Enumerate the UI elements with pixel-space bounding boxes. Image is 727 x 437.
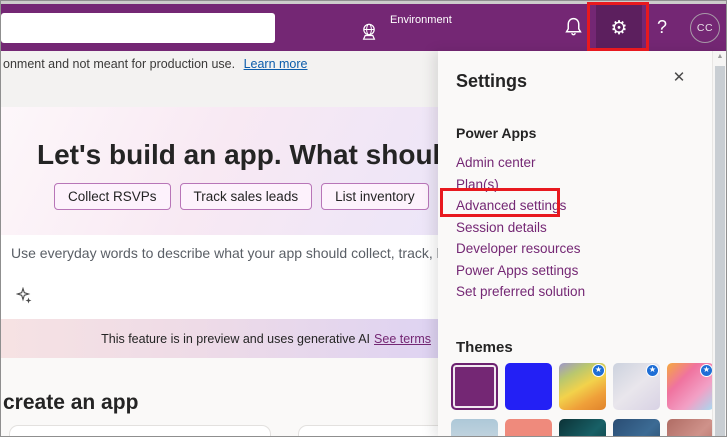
notice-text: onment and not meant for production use. <box>3 57 236 71</box>
gear-icon: ⚙ <box>610 16 628 39</box>
theme-tile-circuit-theme[interactable] <box>559 419 606 436</box>
app-window: Environment ⚙ ? CC onment and not meant … <box>0 0 727 437</box>
hero-heading: Let's build an app. What shoul <box>37 139 438 170</box>
bell-icon <box>563 17 584 40</box>
theme-tile-sunset-theme[interactable]: ★ <box>559 363 606 410</box>
theme-tile-ember-theme[interactable] <box>667 419 714 436</box>
settings-link-advanced-settings[interactable]: Advanced settings <box>456 195 585 217</box>
theme-tile-pastel-theme[interactable]: ★ <box>613 363 660 410</box>
app-description-input[interactable]: Use everyday words to describe what your… <box>1 235 490 319</box>
prompt-placeholder: Use everyday words to describe what your… <box>11 245 490 261</box>
theme-tiles-row-2 <box>451 419 714 436</box>
star-badge-icon: ★ <box>592 364 605 377</box>
settings-link-power-apps-settings[interactable]: Power Apps settings <box>456 260 585 282</box>
theme-tile-innovation-theme[interactable] <box>613 419 660 436</box>
settings-gear-button[interactable]: ⚙ <box>596 4 642 51</box>
suggestion-chip[interactable]: Collect RSVPs <box>54 183 171 210</box>
help-button[interactable]: ? <box>652 13 672 41</box>
settings-link-plan-s-[interactable]: Plan(s) <box>456 174 585 196</box>
create-option-card[interactable] <box>298 425 448 436</box>
search-input[interactable] <box>1 13 275 43</box>
theme-tile-blue-theme[interactable] <box>505 363 552 410</box>
theme-tile-purple-theme[interactable] <box>451 363 498 410</box>
star-badge-icon: ★ <box>646 364 659 377</box>
theme-tiles-row-1: ★ ★ ★ <box>451 363 714 410</box>
theme-tile-unicorn-theme[interactable]: ★ <box>667 363 714 410</box>
ai-preview-banner: This feature is in preview and uses gene… <box>1 319 438 358</box>
account-avatar[interactable]: CC <box>690 13 720 43</box>
panel-scrollbar[interactable]: ▲ <box>712 51 726 436</box>
close-icon[interactable]: ✕ <box>668 66 690 88</box>
see-terms-link[interactable]: See terms <box>374 332 431 346</box>
hero-section: Let's build an app. What shoul Collect R… <box>1 107 438 235</box>
top-bar: Environment ⚙ ? CC <box>1 4 726 51</box>
themes-section-title: Themes <box>456 339 513 356</box>
suggestion-chips: Collect RSVPs Track sales leads List inven… <box>54 183 438 210</box>
settings-link-developer-resources[interactable]: Developer resources <box>456 238 585 260</box>
notifications-button[interactable] <box>561 16 585 40</box>
settings-link-session-details[interactable]: Session details <box>456 217 585 239</box>
suggestion-chip[interactable]: Track sales leads <box>179 183 313 210</box>
theme-tile-coral-theme[interactable] <box>505 419 552 436</box>
environment-globe-icon <box>359 22 379 47</box>
create-option-card[interactable] <box>9 425 271 436</box>
environment-notice-banner: onment and not meant for production use.… <box>1 51 438 107</box>
settings-links-list: Admin center Plan(s) Advanced settings Sess… <box>456 152 585 303</box>
settings-link-admin-center[interactable]: Admin center <box>456 152 585 174</box>
settings-panel-title: Settings <box>456 71 528 91</box>
learn-more-link[interactable]: Learn more <box>244 57 308 71</box>
settings-panel: Settings ✕ Power Apps Admin center Plan(s… <box>438 51 726 436</box>
create-app-heading: create an app <box>3 391 139 414</box>
power-apps-section-title: Power Apps <box>456 125 537 141</box>
scrollbar-up-arrow-icon[interactable]: ▲ <box>713 53 726 60</box>
settings-link-set-preferred-solution[interactable]: Set preferred solution <box>456 281 585 303</box>
scrollbar-thumb[interactable] <box>715 66 725 436</box>
ai-preview-text: This feature is in preview and uses gene… <box>101 331 371 346</box>
copilot-sparkle-icon[interactable] <box>15 286 34 308</box>
environment-label: Environment <box>390 14 452 26</box>
suggestion-chip[interactable]: List inventory <box>321 183 429 210</box>
theme-tile-sky-theme[interactable] <box>451 419 498 436</box>
